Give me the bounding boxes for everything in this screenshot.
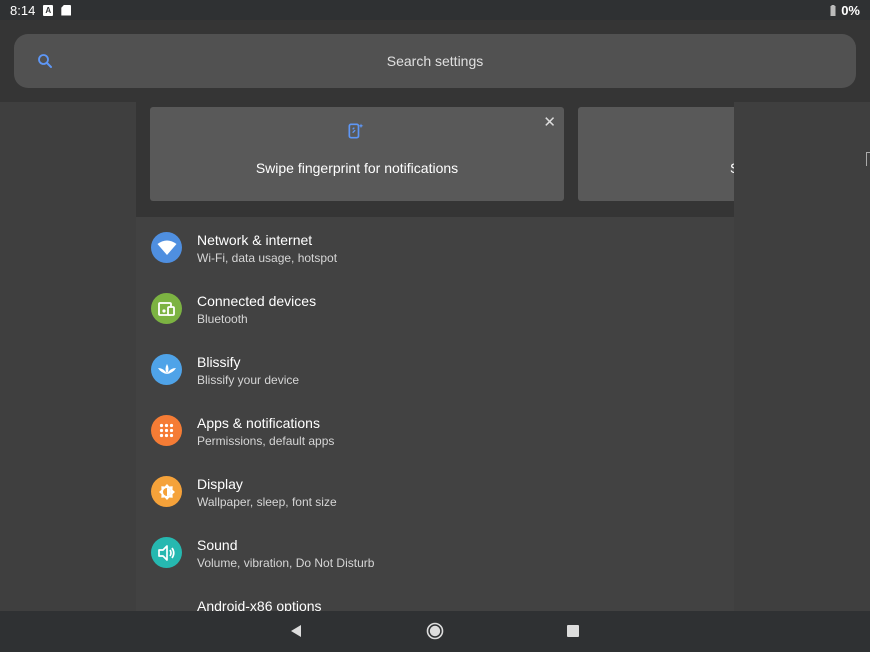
- settings-item-title: Display: [197, 476, 243, 492]
- settings-item-subtitle: Volume, vibration, Do Not Disturb: [197, 556, 375, 570]
- settings-header: Search settings: [0, 20, 870, 102]
- search-icon[interactable]: [36, 52, 54, 70]
- settings-list: Network & internet Wi-Fi, data usage, ho…: [136, 217, 734, 611]
- dismiss-suggestion-close-icon[interactable]: ✕: [543, 113, 556, 131]
- settings-item-title: Connected devices: [197, 293, 317, 309]
- right-pane: [734, 102, 870, 611]
- settings-item-display[interactable]: Display Wallpaper, sleep, font size: [136, 461, 734, 522]
- suggestion-card-fingerprint[interactable]: ✕ Swipe fingerprint for notifications: [150, 107, 564, 201]
- devices-icon: [151, 293, 182, 324]
- android-icon: [151, 598, 182, 611]
- settings-item-sound[interactable]: Sound Volume, vibration, Do Not Disturb: [136, 522, 734, 583]
- suggestion-text: Swipe fingerprint for notifications: [255, 160, 459, 176]
- settings-main: ✕ Swipe fingerprint for notifications S …: [136, 102, 734, 611]
- settings-item-title: Network & internet: [197, 232, 313, 248]
- settings-item-title: Apps & notifications: [197, 415, 320, 431]
- home-button[interactable]: [425, 621, 445, 641]
- settings-item-connected-devices[interactable]: Connected devices Bluetooth: [136, 278, 734, 339]
- volume-icon: [151, 537, 182, 568]
- settings-item-apps[interactable]: Apps & notifications Permissions, defaul…: [136, 400, 734, 461]
- wifi-icon: [151, 232, 182, 263]
- a-icon: A: [43, 4, 54, 16]
- settings-item-title: Blissify: [197, 354, 241, 370]
- settings-item-title: Sound: [197, 537, 238, 553]
- edge-handle: [866, 152, 870, 166]
- settings-item-subtitle: Permissions, default apps: [197, 434, 335, 448]
- fingerprint-swipe-icon: [348, 123, 364, 139]
- settings-item-subtitle: Blissify your device: [197, 373, 300, 387]
- settings-item-title: Android-x86 options: [197, 598, 322, 611]
- back-button[interactable]: [286, 621, 306, 641]
- recents-button[interactable]: [563, 621, 583, 641]
- status-bar: 8:14 A 0%: [0, 0, 870, 20]
- recents-icon: [567, 625, 579, 637]
- suggestions-strip: ✕ Swipe fingerprint for notifications S: [136, 102, 734, 217]
- search-placeholder: Search settings: [386, 53, 484, 69]
- settings-item-android-x86[interactable]: Android-x86 options: [136, 583, 734, 611]
- left-pane: [0, 102, 136, 611]
- status-time: 8:14: [10, 2, 36, 18]
- settings-item-subtitle: Wallpaper, sleep, font size: [197, 495, 337, 509]
- brightness-icon: [151, 476, 182, 507]
- battery-charging-icon: [830, 4, 836, 16]
- status-right: 0%: [830, 3, 860, 18]
- navigation-bar: [0, 611, 870, 652]
- suggestion-card-2[interactable]: S: [578, 107, 734, 201]
- settings-item-subtitle: Bluetooth: [197, 312, 248, 326]
- lotus-icon: [151, 354, 182, 385]
- settings-item-network[interactable]: Network & internet Wi-Fi, data usage, ho…: [136, 217, 734, 278]
- settings-item-blissify[interactable]: Blissify Blissify your device: [136, 339, 734, 400]
- apps-grid-icon: [151, 415, 182, 446]
- settings-item-subtitle: Wi-Fi, data usage, hotspot: [197, 251, 338, 265]
- back-icon: [291, 625, 301, 637]
- battery-percent: 0%: [841, 2, 860, 18]
- sd-card-icon: [61, 4, 72, 16]
- search-bar[interactable]: Search settings: [14, 34, 856, 88]
- home-icon: [426, 622, 444, 640]
